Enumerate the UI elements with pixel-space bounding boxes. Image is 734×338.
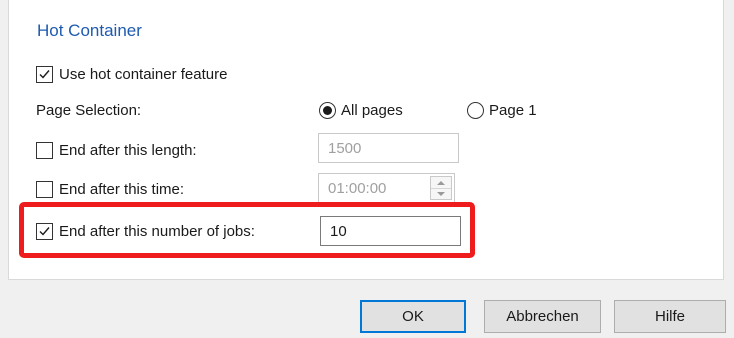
use-hot-container-label: Use hot container feature bbox=[59, 65, 228, 83]
radio-unselected-icon bbox=[467, 101, 484, 119]
end-length-input[interactable]: 1500 bbox=[318, 133, 459, 163]
section-title: Hot Container bbox=[37, 21, 142, 40]
checkbox-checked-icon bbox=[36, 65, 53, 83]
page-selection-text: Page Selection: bbox=[36, 101, 142, 119]
end-length-checkbox[interactable]: End after this length: bbox=[36, 139, 197, 161]
radio-selected-icon bbox=[319, 101, 336, 119]
cancel-button[interactable]: Abbrechen bbox=[484, 300, 601, 333]
checkbox-unchecked-icon bbox=[36, 180, 53, 198]
checkbox-unchecked-icon bbox=[36, 141, 53, 159]
end-time-checkbox[interactable]: End after this time: bbox=[36, 178, 184, 200]
page-selection-label: Page Selection: bbox=[36, 99, 141, 121]
help-button[interactable]: Hilfe bbox=[614, 300, 726, 333]
time-spinner[interactable] bbox=[430, 176, 452, 200]
radio-all-pages[interactable]: All pages bbox=[319, 99, 403, 121]
spin-up-icon[interactable] bbox=[431, 177, 451, 188]
end-time-label: End after this time: bbox=[59, 180, 185, 198]
radio-all-pages-label: All pages bbox=[341, 101, 403, 119]
radio-page-1[interactable]: Page 1 bbox=[467, 99, 537, 121]
use-hot-container-checkbox[interactable]: Use hot container feature bbox=[36, 63, 227, 85]
highlight-box bbox=[19, 202, 475, 258]
ok-button[interactable]: OK bbox=[360, 300, 466, 333]
end-length-label: End after this length: bbox=[59, 141, 197, 159]
spin-down-icon[interactable] bbox=[431, 188, 451, 199]
radio-page-1-label: Page 1 bbox=[489, 101, 537, 119]
